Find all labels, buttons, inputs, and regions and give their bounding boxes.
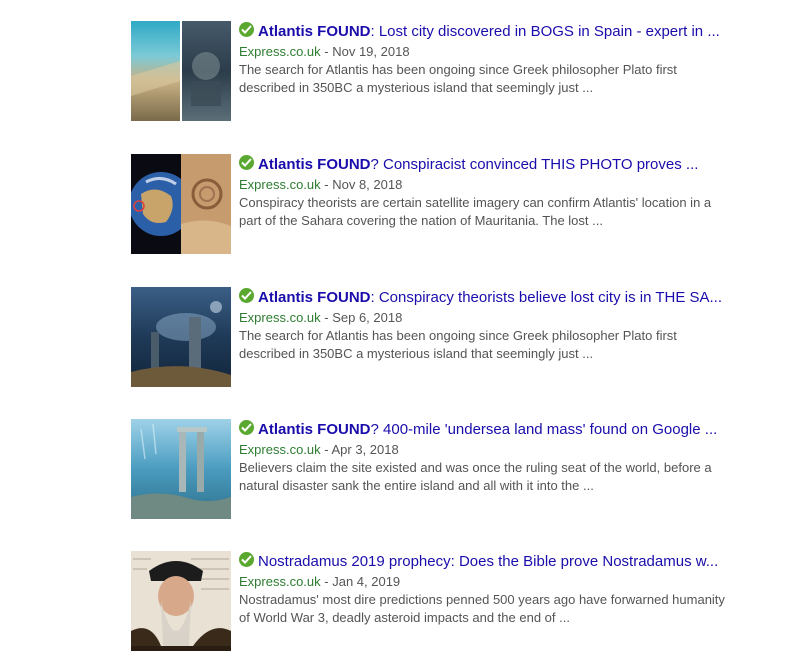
search-result: Atlantis FOUND: Lost city discovered in … (131, 21, 771, 121)
snippet-line: The search for Atlantis has been ongoing… (239, 62, 677, 77)
result-title-link[interactable]: Atlantis FOUND? Conspiracist convinced T… (258, 156, 698, 173)
result-date: - Nov 8, 2018 (320, 177, 403, 192)
result-title-link[interactable]: Atlantis FOUND: Lost city discovered in … (258, 23, 720, 40)
result-source: Express.co.uk (239, 310, 321, 325)
title-rest: : Lost city discovered in BOGS in Spain … (370, 23, 720, 40)
search-result: Atlantis FOUND? 400-mile 'undersea land … (131, 419, 771, 519)
result-snippet: Nostradamus' most dire predictions penne… (239, 591, 739, 627)
search-result: Atlantis FOUND: Conspiracy theorists bel… (131, 287, 771, 387)
result-thumbnail[interactable] (131, 419, 231, 519)
title-rest: ? Conspiracist convinced THIS PHOTO prov… (370, 156, 699, 173)
snippet-line: The search for Atlantis has been ongoing… (239, 328, 677, 343)
result-thumbnail[interactable] (131, 287, 231, 387)
checkmark-circle-icon (239, 552, 254, 567)
title-bold: Atlantis FOUND (258, 421, 371, 438)
result-snippet: Conspiracy theorists are certain satelli… (239, 194, 739, 230)
result-date: - Sep 6, 2018 (320, 310, 403, 325)
search-result: Nostradamus 2019 prophecy: Does the Bibl… (131, 551, 771, 651)
snippet-line: Nostradamus' most dire predictions penne… (239, 592, 725, 607)
title-bold: Atlantis FOUND (258, 289, 371, 306)
result-snippet: The search for Atlantis has been ongoing… (239, 61, 739, 97)
snippet-line: described in 350BC a mysterious island t… (239, 80, 594, 95)
title-rest: Nostradamus 2019 prophecy: Does the Bibl… (258, 553, 719, 570)
title-rest: : Conspiracy theorists believe lost city… (370, 289, 723, 306)
result-thumbnail[interactable] (131, 21, 231, 121)
title-rest: ? 400-mile 'undersea land mass' found on… (370, 421, 718, 438)
result-date: - Nov 19, 2018 (320, 44, 410, 59)
snippet-line: Conspiracy theorists are certain satelli… (239, 195, 712, 210)
result-source: Express.co.uk (239, 574, 321, 589)
snippet-line: described in 350BC a mysterious island t… (239, 346, 594, 361)
result-title-link[interactable]: Nostradamus 2019 prophecy: Does the Bibl… (258, 553, 718, 570)
snippet-line: natural disaster sank the entire island … (239, 478, 594, 493)
result-snippet: Believers claim the site existed and was… (239, 459, 739, 495)
snippet-line: of World War 3, deadly asteroid impacts … (239, 610, 570, 625)
result-title-link[interactable]: Atlantis FOUND? 400-mile 'undersea land … (258, 421, 717, 438)
checkmark-circle-icon (239, 288, 254, 303)
result-snippet: The search for Atlantis has been ongoing… (239, 327, 739, 363)
snippet-line: part of the Sahara covering the nation o… (239, 213, 603, 228)
earth-satellite-image (131, 154, 231, 254)
checkmark-circle-icon (239, 155, 254, 170)
result-date: - Jan 4, 2019 (320, 574, 401, 589)
undersea-columns-image (131, 419, 231, 519)
aerial-map-image (131, 21, 231, 121)
search-result: Atlantis FOUND? Conspiracist convinced T… (131, 154, 771, 254)
result-title-link[interactable]: Atlantis FOUND: Conspiracy theorists bel… (258, 289, 722, 306)
result-source: Express.co.uk (239, 442, 321, 457)
result-date: - Apr 3, 2018 (320, 442, 399, 457)
nostradamus-portrait-image (131, 551, 231, 651)
checkmark-circle-icon (239, 420, 254, 435)
result-source: Express.co.uk (239, 177, 321, 192)
checkmark-circle-icon (239, 22, 254, 37)
result-thumbnail[interactable] (131, 551, 231, 651)
snippet-line: Believers claim the site existed and was… (239, 460, 712, 475)
title-bold: Atlantis FOUND (258, 23, 371, 40)
underwater-ruins-image (131, 287, 231, 387)
title-bold: Atlantis FOUND (258, 156, 371, 173)
result-source: Express.co.uk (239, 44, 321, 59)
result-thumbnail[interactable] (131, 154, 231, 254)
